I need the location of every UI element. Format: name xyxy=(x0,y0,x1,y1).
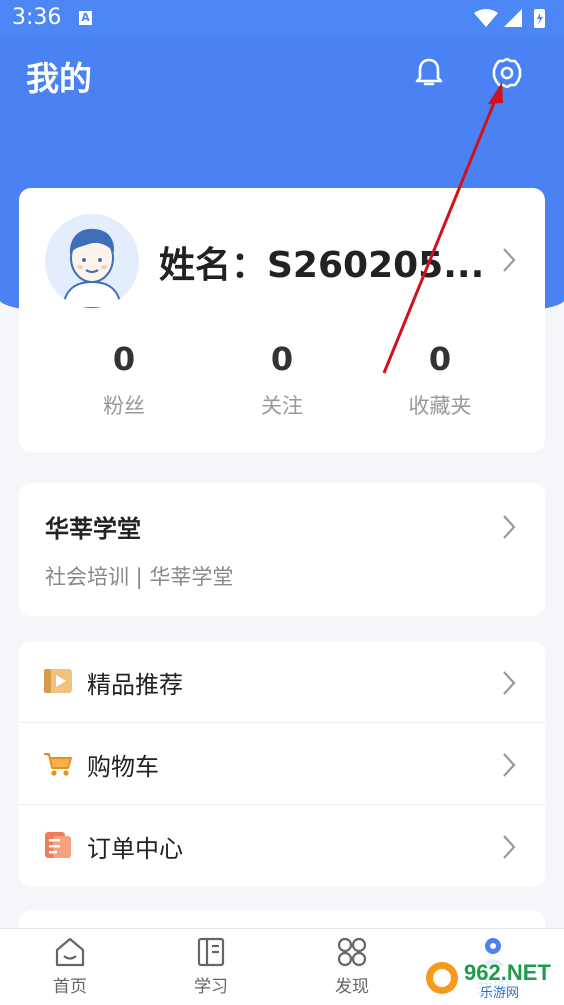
signal-icon xyxy=(504,9,522,27)
discover-icon xyxy=(337,937,367,967)
svg-text:乐游网: 乐游网 xyxy=(480,986,519,1001)
menu-item-orders[interactable]: 订单中心 xyxy=(19,805,545,887)
tab-label: 首页 xyxy=(53,977,87,997)
organization-title: 华莘学堂 xyxy=(45,515,141,543)
stat-label: 关注 xyxy=(261,394,303,418)
profile-card[interactable]: 姓名：S260205... 0 粉丝 0 关注 0 收藏夹 xyxy=(19,188,545,452)
gear-icon[interactable] xyxy=(490,56,524,90)
avatar[interactable] xyxy=(45,214,139,308)
bell-icon[interactable] xyxy=(412,56,446,90)
chevron-right-icon[interactable] xyxy=(499,513,519,541)
menu-item-label: 订单中心 xyxy=(87,835,183,863)
order-list-icon xyxy=(45,832,71,858)
notification-icon: A xyxy=(79,11,92,25)
chevron-right-icon[interactable] xyxy=(499,246,519,274)
menu-item-label: 购物车 xyxy=(87,753,159,781)
tab-study[interactable]: 学习 xyxy=(161,929,261,1005)
tab-discover[interactable]: 发现 xyxy=(302,929,402,1005)
menu-card: 精品推荐 购物车 订单中心 xyxy=(19,641,545,887)
stat-value: 0 xyxy=(112,340,136,378)
status-bar: 3:36 A xyxy=(0,0,564,38)
stat-value: 0 xyxy=(428,340,452,378)
status-time: 3:36 xyxy=(12,5,62,30)
svg-text:962.NET: 962.NET xyxy=(464,960,551,985)
profile-name: 姓名：S260205... xyxy=(159,245,485,286)
status-icons xyxy=(474,9,545,28)
cart-icon xyxy=(44,753,72,776)
stat-following[interactable]: 0 关注 xyxy=(212,340,352,420)
menu-item-featured[interactable]: 精品推荐 xyxy=(19,641,545,723)
wifi-icon xyxy=(474,9,498,27)
book-icon xyxy=(197,937,225,967)
menu-item-label: 精品推荐 xyxy=(87,671,183,699)
organization-subtitle: 社会培训 | 华莘学堂 xyxy=(45,565,234,589)
tab-label: 发现 xyxy=(335,977,369,997)
stat-favorites[interactable]: 0 收藏夹 xyxy=(370,340,510,420)
tab-home[interactable]: 首页 xyxy=(20,929,120,1005)
menu-item-cart[interactable]: 购物车 xyxy=(19,723,545,805)
stat-label: 粉丝 xyxy=(103,394,145,418)
stat-label: 收藏夹 xyxy=(408,394,472,418)
organization-card[interactable]: 华莘学堂 社会培训 | 华莘学堂 xyxy=(19,483,545,616)
stat-fans[interactable]: 0 粉丝 xyxy=(54,340,194,420)
chevron-right-icon xyxy=(503,835,516,859)
video-play-icon xyxy=(44,669,72,693)
stat-value: 0 xyxy=(270,340,294,378)
profile-stats: 0 粉丝 0 关注 0 收藏夹 xyxy=(19,340,545,430)
home-icon xyxy=(55,937,85,967)
watermark-logo: 962.NET 乐游网 xyxy=(422,955,560,1001)
tab-label: 学习 xyxy=(194,977,228,997)
page-title: 我的 xyxy=(26,59,92,98)
avatar-illustration xyxy=(45,214,139,308)
chevron-right-icon xyxy=(503,671,516,695)
chevron-right-icon xyxy=(503,753,516,777)
